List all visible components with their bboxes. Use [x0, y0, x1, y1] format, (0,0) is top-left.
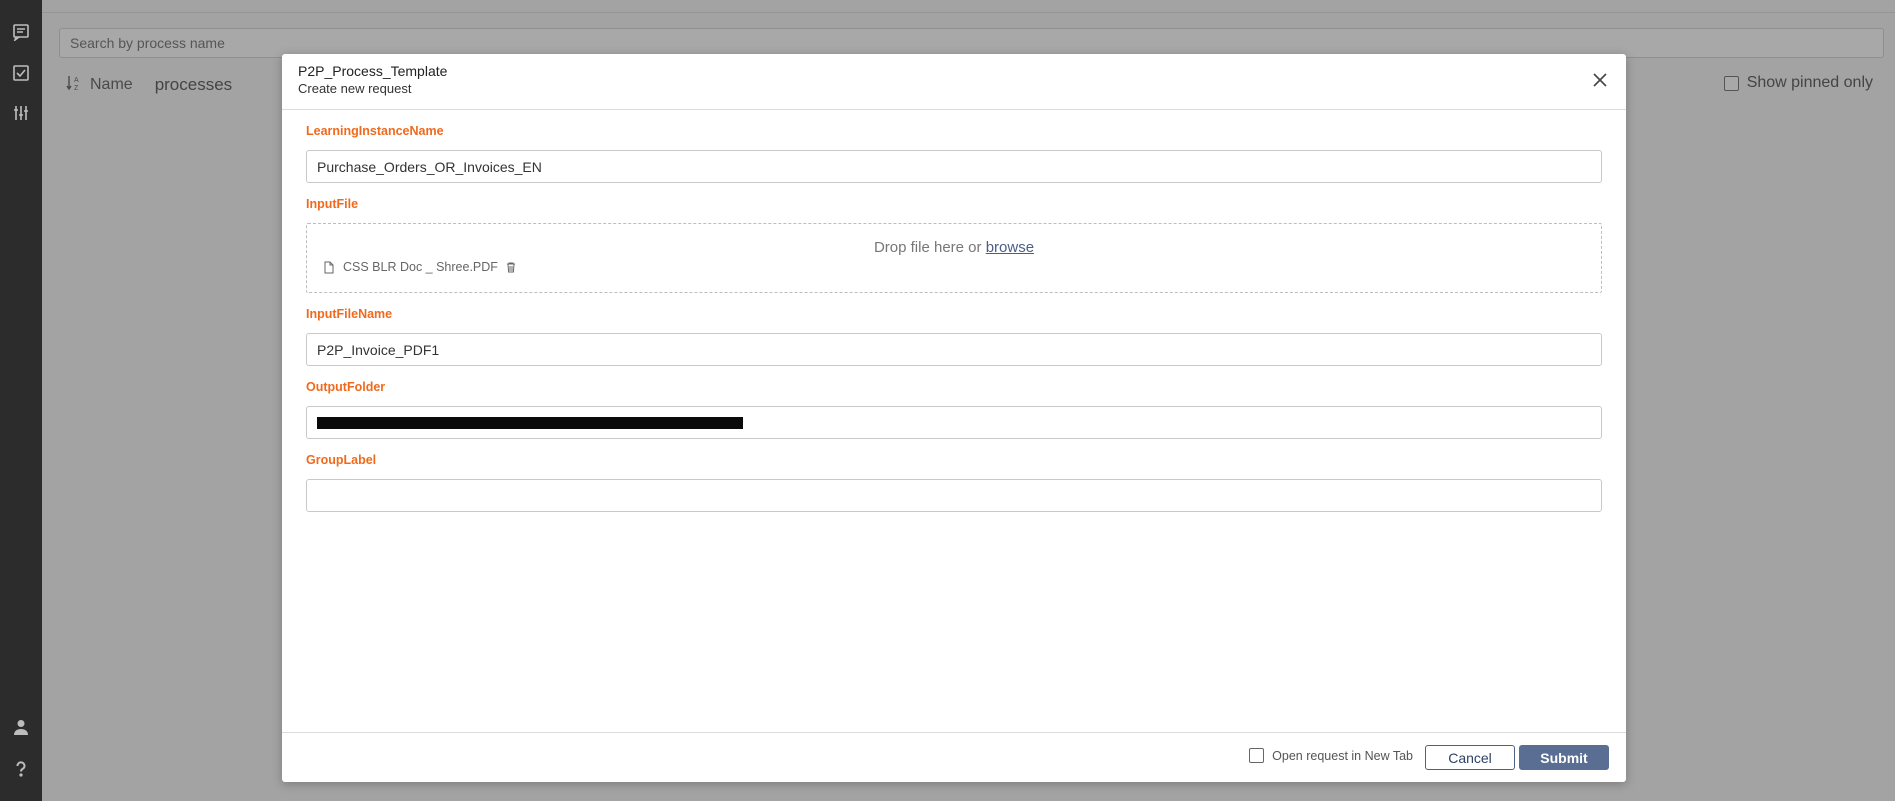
field-label: OutputFolder	[306, 380, 386, 394]
browse-link[interactable]: browse	[986, 239, 1034, 256]
modal-header: P2P_Process_Template Create new request	[282, 54, 1626, 110]
divider	[42, 12, 1895, 13]
attached-file: CSS BLR Doc _ Shree.PDF	[323, 260, 516, 274]
file-dropzone[interactable]: Drop file here or browse CSS BLR Doc _ S…	[306, 223, 1602, 293]
cancel-button[interactable]: Cancel	[1425, 745, 1515, 770]
help-icon[interactable]	[10, 758, 32, 780]
input-file-field: InputFile Drop file here or browse CSS B…	[306, 193, 1602, 293]
input-value: Purchase_Orders_OR_Invoices_EN	[317, 158, 542, 175]
modal-footer: Open request in New Tab Cancel Submit	[282, 732, 1626, 782]
modal-body: LearningInstanceName Purchase_Orders_OR_…	[282, 110, 1626, 512]
svg-text:A: A	[74, 77, 79, 84]
left-rail	[0, 0, 42, 801]
user-icon[interactable]	[10, 716, 32, 738]
settings-sliders-icon[interactable]	[10, 102, 32, 124]
field-label: InputFile	[306, 197, 359, 211]
close-icon	[1593, 73, 1607, 87]
input-value: P2P_Invoice_PDF1	[317, 341, 440, 358]
field-label: GroupLabel	[306, 453, 377, 467]
create-request-modal: P2P_Process_Template Create new request …	[282, 54, 1626, 782]
svg-text:Z: Z	[74, 85, 79, 92]
learning-instance-input[interactable]: Purchase_Orders_OR_Invoices_EN	[306, 150, 1602, 183]
sort-label: Name	[90, 75, 133, 93]
show-pinned-label: Show pinned only	[1746, 74, 1873, 91]
output-folder-input[interactable]	[306, 406, 1602, 439]
learning-instance-field: LearningInstanceName Purchase_Orders_OR_…	[306, 120, 1602, 183]
sort-control[interactable]: AZ Name processes	[66, 74, 232, 95]
requests-icon[interactable]	[10, 21, 32, 43]
processes-label: processes	[154, 74, 233, 94]
close-button[interactable]	[1588, 68, 1612, 92]
drop-text: Drop file here or browse	[307, 239, 1601, 256]
output-folder-field: OutputFolder	[306, 376, 1602, 439]
sort-az-icon: AZ	[66, 74, 82, 95]
group-label-field: GroupLabel	[306, 449, 1602, 512]
input-file-name-field: InputFileName P2P_Invoice_PDF1	[306, 303, 1602, 366]
tasks-icon[interactable]	[10, 62, 32, 84]
group-label-input[interactable]	[306, 479, 1602, 512]
show-pinned-toggle[interactable]: Show pinned only	[1723, 74, 1873, 92]
open-new-tab-label: Open request in New Tab	[1272, 748, 1413, 763]
delete-file-icon[interactable]	[506, 262, 516, 273]
search-placeholder: Search by process name	[70, 35, 225, 51]
input-file-name-input[interactable]: P2P_Invoice_PDF1	[306, 333, 1602, 366]
show-pinned-checkbox[interactable]	[1723, 75, 1739, 91]
field-label: InputFileName	[306, 307, 393, 321]
open-new-tab-checkbox[interactable]	[1249, 748, 1265, 763]
modal-subtitle: Create new request	[298, 81, 412, 96]
redacted-value	[317, 416, 743, 429]
open-new-tab-option[interactable]: Open request in New Tab	[1249, 748, 1413, 763]
file-icon	[324, 261, 334, 273]
submit-button[interactable]: Submit	[1519, 745, 1609, 770]
modal-title: P2P_Process_Template	[298, 63, 448, 79]
drop-instruction: Drop file here or	[873, 239, 982, 256]
file-name: CSS BLR Doc _ Shree.PDF	[343, 260, 498, 274]
field-label: LearningInstanceName	[306, 124, 444, 138]
